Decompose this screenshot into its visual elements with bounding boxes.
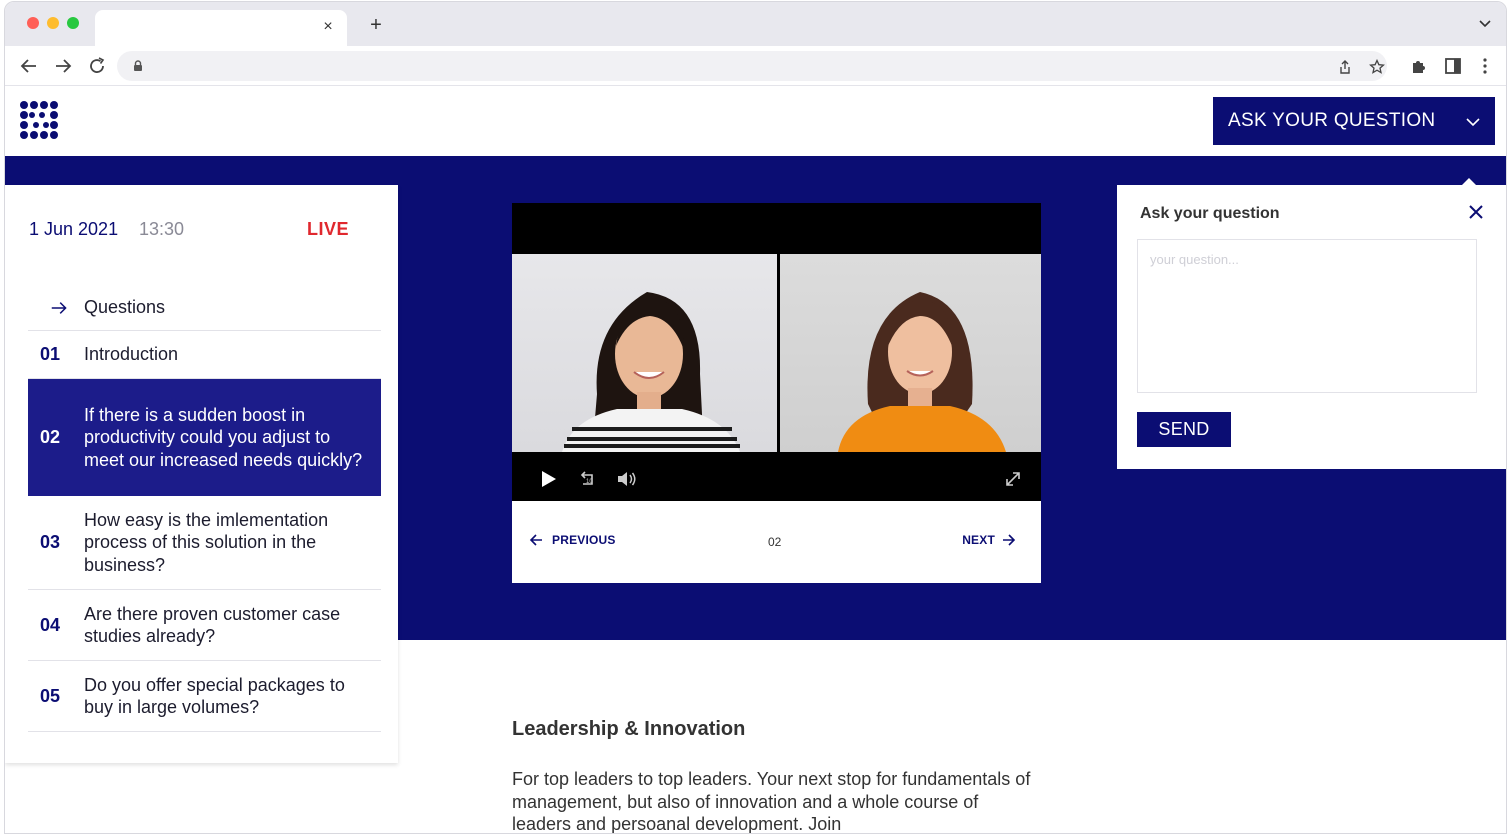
send-button[interactable]: SEND	[1137, 412, 1231, 447]
ask-question-button[interactable]: ASK YOUR QUESTION	[1213, 97, 1495, 145]
next-label: NEXT	[962, 533, 995, 547]
list-item-active[interactable]: 02 If there is a sudden boost in product…	[28, 379, 381, 496]
play-icon[interactable]	[540, 469, 558, 489]
replay-10-icon[interactable]: 10	[578, 469, 598, 489]
volume-icon[interactable]	[616, 469, 638, 489]
close-icon[interactable]	[1467, 203, 1485, 221]
address-bar[interactable]	[117, 51, 1387, 81]
maximize-window-button[interactable]	[67, 17, 79, 29]
question-text: Are there proven customer case studies a…	[84, 603, 341, 647]
previous-label: PREVIOUS	[552, 533, 616, 547]
participant-avatar-left	[562, 292, 740, 452]
site-header: ASK YOUR QUESTION	[5, 86, 1506, 156]
panel-title: Ask your question	[1140, 205, 1280, 222]
question-number: 04	[40, 614, 61, 635]
lock-icon	[134, 60, 142, 71]
next-button[interactable]: NEXT	[962, 533, 1017, 547]
question-list: Questions 01 Introduction 02 If there is…	[28, 285, 381, 732]
question-number: 02	[40, 427, 61, 447]
browser-tab[interactable]: ×	[95, 10, 347, 46]
list-item[interactable]: 01 Introduction	[28, 331, 381, 379]
question-number: 05	[40, 685, 61, 706]
minimize-window-button[interactable]	[47, 17, 59, 29]
participant-video-left	[512, 254, 777, 452]
side-panel-icon[interactable]	[1443, 56, 1463, 76]
live-badge: LIVE	[307, 219, 350, 239]
arrow-right-icon	[51, 301, 67, 314]
forward-icon[interactable]	[51, 54, 75, 78]
brand-logo[interactable]	[19, 100, 59, 140]
list-item[interactable]: 04 Are there proven customer case studie…	[28, 590, 381, 661]
star-icon[interactable]	[1369, 59, 1385, 75]
back-icon[interactable]	[17, 54, 41, 78]
question-number: 03	[40, 532, 61, 552]
question-pager: PREVIOUS 02 NEXT	[512, 501, 1041, 583]
chevron-down-icon	[1466, 118, 1480, 127]
tab-bar: × +	[5, 2, 1506, 46]
question-number: 01	[40, 344, 61, 364]
video-player[interactable]: 10	[512, 203, 1041, 501]
extensions-icon[interactable]	[1409, 56, 1429, 76]
reload-icon[interactable]	[85, 54, 109, 78]
chevron-down-icon[interactable]	[1478, 16, 1492, 30]
share-icon[interactable]	[1337, 59, 1353, 75]
arrow-right-icon	[1003, 534, 1016, 546]
participant-video-right	[780, 254, 1041, 452]
more-menu-icon[interactable]	[1475, 56, 1495, 76]
question-text: How easy is the imlementation process of…	[84, 509, 329, 575]
session-date: 1 Jun 2021	[29, 219, 119, 239]
browser-window: × + ASK YOUR QUESTION 1 Jun 2021 13:30 L…	[4, 1, 1507, 834]
question-text: If there is a sudden boost in productivi…	[84, 404, 363, 470]
previous-button[interactable]: PREVIOUS	[528, 533, 616, 547]
content-title: Leadership & Innovation	[512, 718, 746, 740]
new-tab-button[interactable]: +	[365, 14, 387, 36]
svg-text:10: 10	[586, 479, 593, 485]
close-window-button[interactable]	[27, 17, 39, 29]
content-description: For top leaders to top leaders. Your nex…	[512, 769, 1031, 834]
browser-toolbar	[5, 46, 1506, 86]
tab-close-icon[interactable]: ×	[319, 18, 337, 36]
arrow-left-icon	[529, 534, 542, 546]
session-sidebar: 1 Jun 2021 13:30 LIVE Questions 01 Intro…	[5, 185, 398, 763]
page-number: 02	[768, 535, 782, 549]
ask-question-label: ASK YOUR QUESTION	[1228, 110, 1436, 131]
list-item[interactable]: 05 Do you offer special packages to buy …	[28, 661, 381, 732]
questions-heading: Questions	[84, 297, 166, 318]
session-time: 13:30	[139, 219, 185, 239]
question-text: Do you offer special packages to buy in …	[84, 674, 345, 718]
question-input[interactable]	[1137, 239, 1477, 393]
ask-question-panel: Ask your question SEND	[1117, 185, 1506, 469]
fullscreen-icon[interactable]	[1004, 469, 1022, 489]
questions-heading-row[interactable]: Questions	[28, 285, 381, 331]
participant-avatar-right	[838, 292, 1006, 452]
list-item[interactable]: 03 How easy is the imlementation process…	[28, 496, 381, 590]
question-text: Introduction	[84, 344, 179, 365]
